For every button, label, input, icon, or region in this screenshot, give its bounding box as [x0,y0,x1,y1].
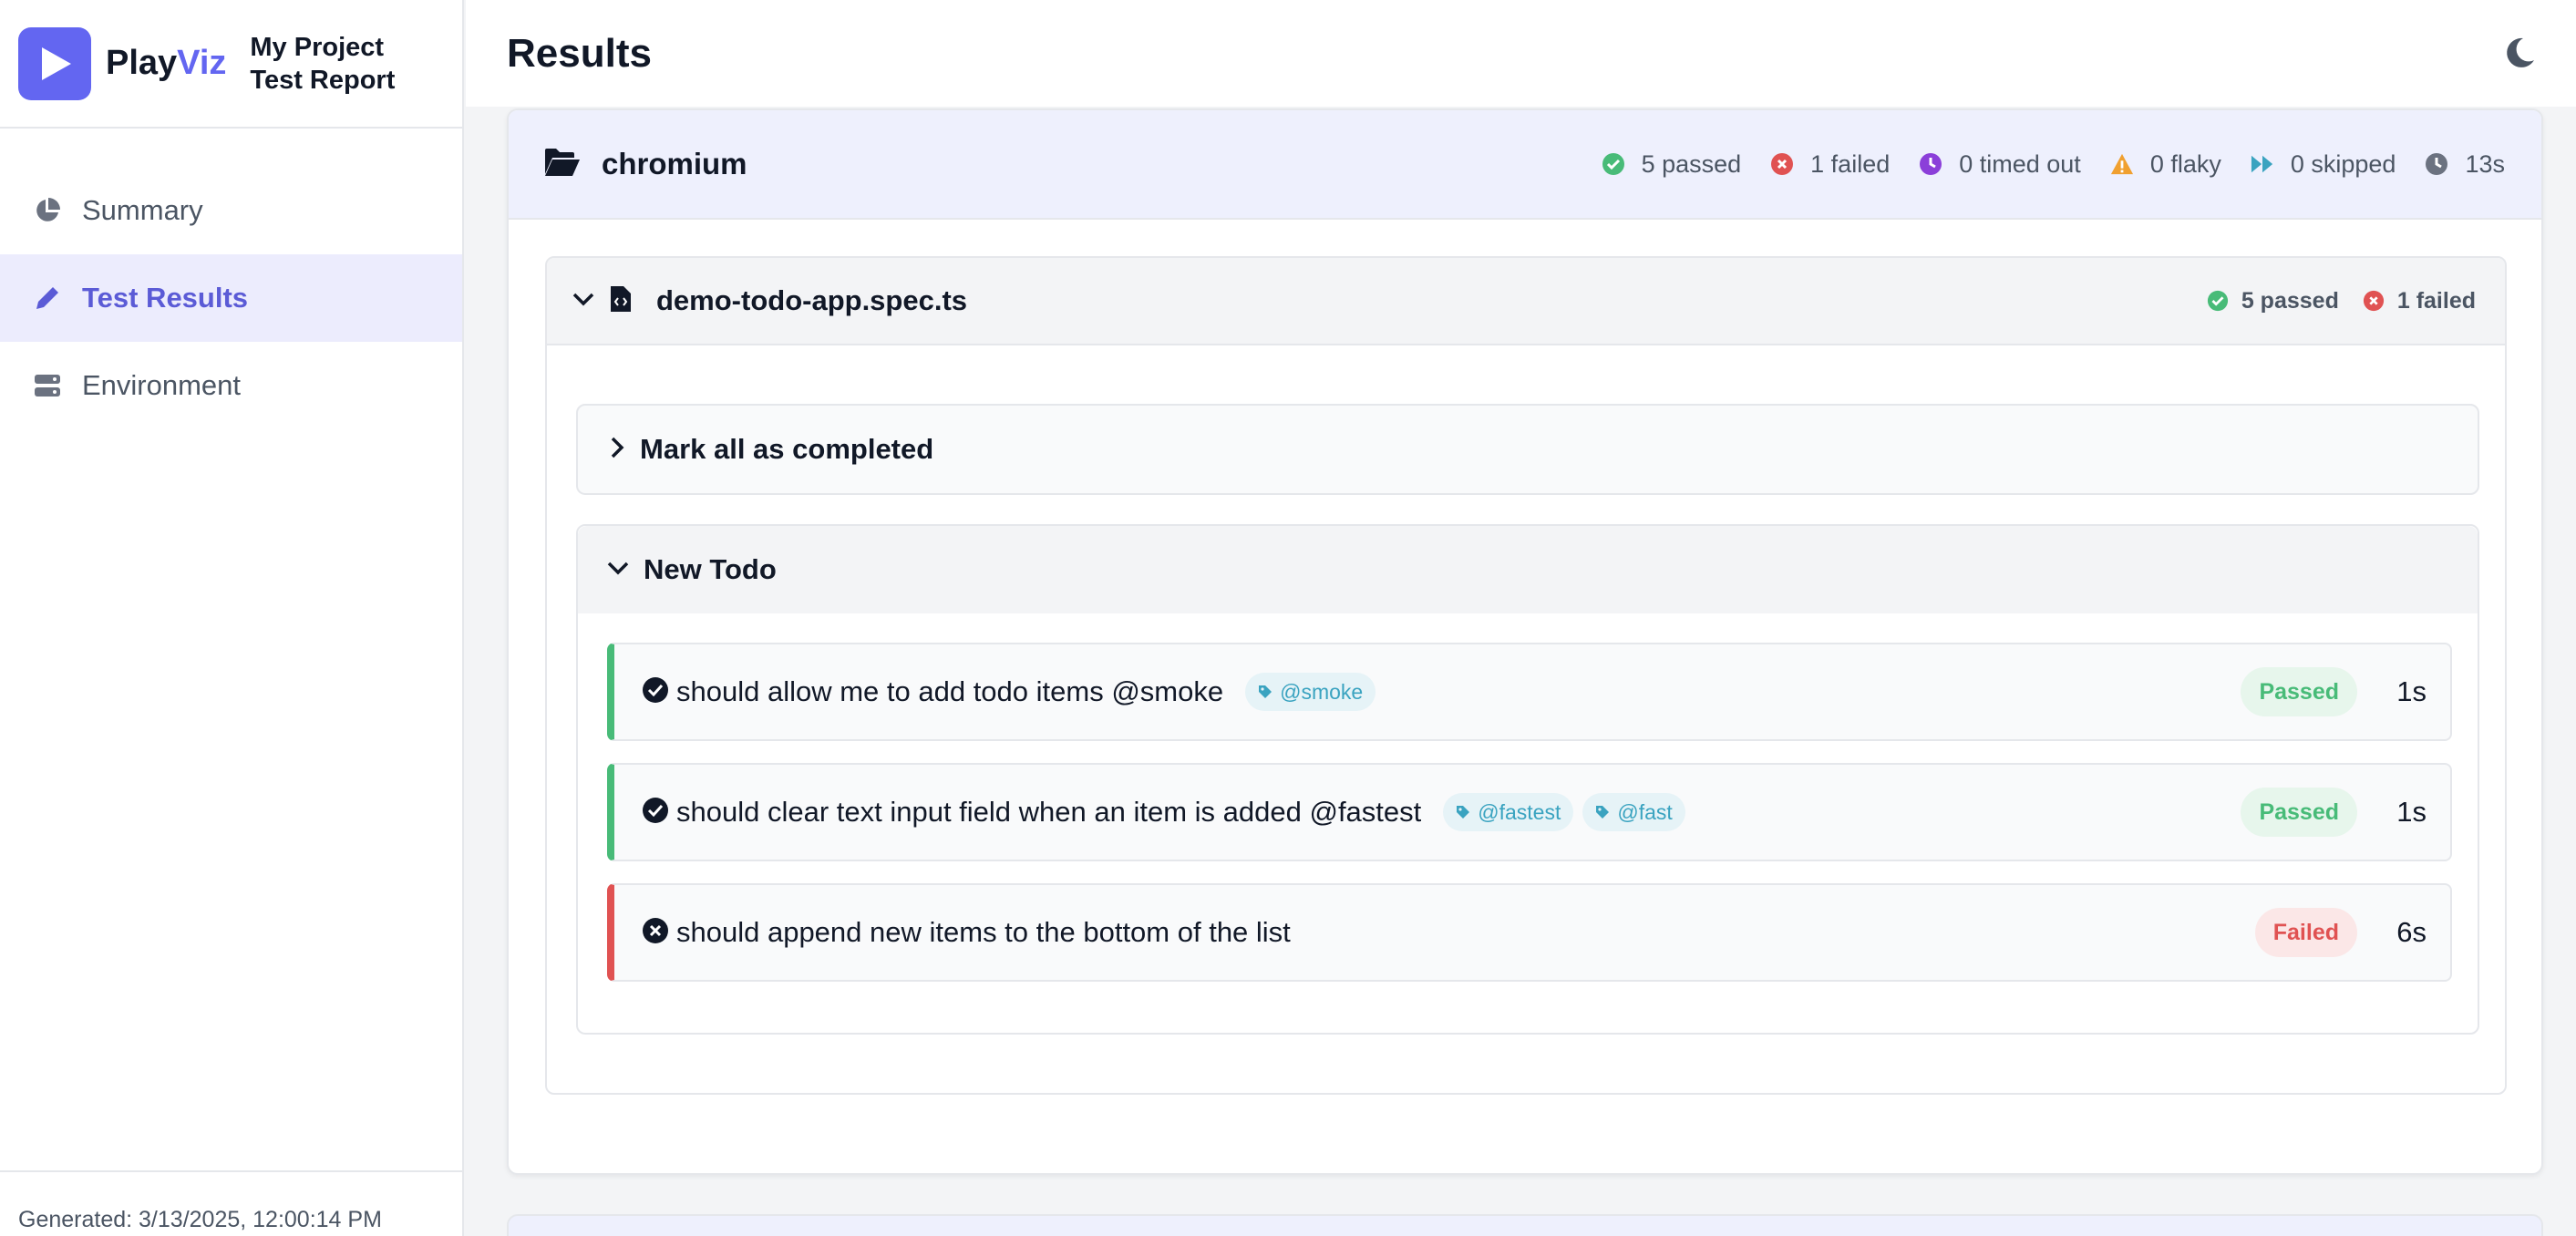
tag-icon [1596,806,1610,819]
spec-file-name: demo-todo-app.spec.ts [656,284,968,316]
suite-collapsed: Mark all as completed [576,404,2479,495]
sidebar-item-label: Test Results [82,282,249,314]
project-stats: 5 passed 1 failed 0 timed out 0 flaky 0 … [1572,150,2505,179]
test-tag-label: @smoke [1280,679,1364,704]
test-title: should allow me to add todo items @smoke [676,675,1224,707]
stat-duration-label: 13s [2465,149,2505,178]
x-circle-filled-icon [642,917,669,949]
check-circle-icon [1602,152,1625,176]
brand-name-part2: Viz [177,44,227,82]
test-tag-label: @fast [1617,799,1673,824]
test-row[interactable]: should allow me to add todo items @smoke… [607,643,2452,741]
sidebar-item-summary[interactable]: Summary [0,167,462,254]
stat-timed-out: 0 timed out [1919,150,2081,179]
pie-chart-icon [31,194,64,227]
stat-duration: 13s [2425,150,2505,179]
stat-failed-label: 1 failed [1810,149,1891,178]
file-code-icon [609,284,633,318]
stat-flaky: 0 flaky [2110,150,2221,179]
check-circle-filled-icon [642,797,669,829]
clock-icon [2425,152,2448,176]
stat-flaky-label: 0 flaky [2149,149,2221,178]
check-circle-filled-icon [642,676,669,708]
project-name: My Project [250,32,385,62]
x-circle-icon [1770,152,1794,176]
status-badge: Failed [2254,908,2357,957]
suite-header[interactable]: New Todo [578,526,2478,613]
chevron-down-icon [605,555,631,585]
sidebar-item-label: Summary [82,194,203,226]
test-title: should append new items to the bottom of… [676,916,1291,948]
x-circle-icon [2363,290,2385,312]
project-name: chromium [602,147,747,180]
test-tag-label: @fastest [1478,799,1561,824]
test-duration: 6s [2396,916,2427,948]
stat-passed-label: 5 passed [1641,149,1742,178]
project-card: chromium 5 passed 1 failed 0 timed out 0… [507,108,2543,1175]
moon-icon[interactable] [2501,35,2538,71]
tag-icon [1457,806,1470,819]
stat-timed-out-label: 0 timed out [1959,149,2081,178]
playviz-logo-icon[interactable] [18,26,91,100]
suite-title: New Todo [644,553,777,585]
server-icon [31,369,64,402]
status-badge: Passed [2241,667,2357,716]
spec-file-header[interactable]: demo-todo-app.spec.ts 5 passed 1 failed [547,258,2505,345]
generated-timestamp: Generated: 3/13/2025, 12:00:14 PM [0,1170,462,1236]
sidebar-item-environment[interactable]: Environment [0,342,462,429]
file-stat-failed: 1 failed [2363,288,2476,314]
spec-file: demo-todo-app.spec.ts 5 passed 1 failed … [545,256,2507,1095]
tag-icon [1259,685,1273,698]
chevron-right-icon [605,435,627,465]
test-title: should clear text input field when an it… [676,796,1422,828]
brand-name-part1: Play [106,44,178,82]
stat-skipped: 0 skipped [2251,150,2396,179]
project-report-title: My Project Test Report [250,31,395,97]
test-row[interactable]: should clear text input field when an it… [607,763,2452,861]
test-tag[interactable]: @fastest [1443,793,1574,831]
sidebar-item-label: Environment [82,369,242,401]
suite-title: Mark all as completed [640,433,934,465]
forward-icon [2251,152,2274,176]
suite-header[interactable]: Mark all as completed [578,406,2478,493]
file-stat-failed-label: 1 failed [2396,287,2476,314]
report-subtitle: Test Report [250,65,396,95]
stat-skipped-label: 0 skipped [2290,149,2396,178]
sidebar-item-test-results[interactable]: Test Results [0,254,462,342]
pencil-icon [31,282,64,314]
sidebar-nav: Summary Test Results Environment [0,167,462,429]
sidebar: PlayViz My Project Test Report Summary T… [0,0,464,1236]
folder-open-icon [543,147,580,182]
check-circle-icon [2207,290,2229,312]
test-row[interactable]: should append new items to the bottom of… [607,883,2452,982]
project-header[interactable]: chromium 5 passed 1 failed 0 timed out 0… [509,110,2541,220]
file-stat-passed: 5 passed [2207,288,2339,314]
page-title: Results [507,30,652,76]
brand-name: PlayViz [106,44,226,83]
test-tag[interactable]: @fast [1582,793,1685,831]
stat-passed: 5 passed [1602,149,1742,179]
warning-triangle-icon [2110,152,2134,176]
spec-file-stats: 5 passed 1 failed [2183,288,2476,314]
next-project-card [507,1214,2543,1236]
stat-failed: 1 failed [1770,150,1890,179]
test-duration: 1s [2396,675,2427,707]
suite-expanded: New Todo should allow me to add todo ite… [576,524,2479,1035]
clock-purple-icon [1919,152,1942,176]
test-tag[interactable]: @smoke [1245,673,1376,711]
header: Results [466,0,2576,107]
chevron-down-icon [571,286,596,316]
file-stat-passed-label: 5 passed [2241,287,2339,314]
brand: PlayViz My Project Test Report [0,0,462,129]
status-badge: Passed [2241,788,2357,837]
test-duration: 1s [2396,796,2427,828]
